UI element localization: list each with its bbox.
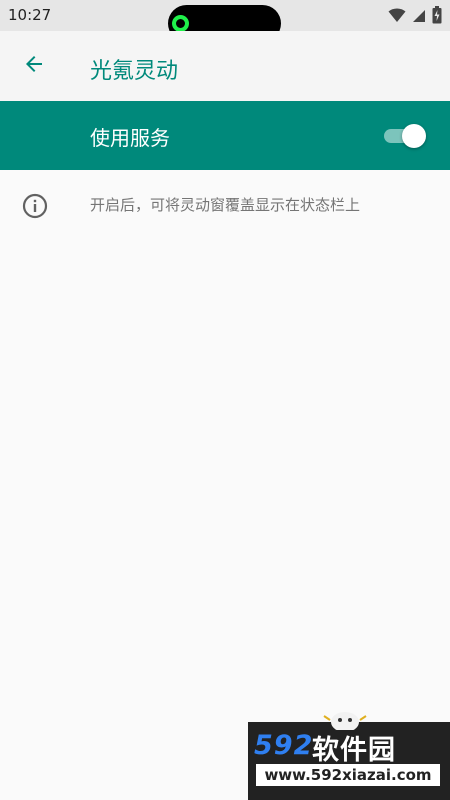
info-row: 开启后，可将灵动窗覆盖显示在状态栏上 xyxy=(0,170,450,240)
cell-signal-icon xyxy=(412,8,426,23)
wifi-icon xyxy=(388,8,406,23)
use-service-toggle[interactable] xyxy=(382,123,428,149)
mascot-icon xyxy=(322,706,368,732)
watermark-logo-number: 592 xyxy=(254,730,314,761)
arrow-left-icon xyxy=(22,52,46,80)
status-icons xyxy=(388,6,442,24)
watermark-logo-text: 软件园 xyxy=(312,735,396,766)
watermark-url: www.592xiazai.com xyxy=(256,764,440,786)
app-bar: 光氪灵动 xyxy=(0,31,450,101)
status-bar: 10:27 xyxy=(0,0,450,42)
info-text: 开启后，可将灵动窗覆盖显示在状态栏上 xyxy=(90,196,361,214)
use-service-row[interactable]: 使用服务 xyxy=(0,101,450,170)
status-time: 10:27 xyxy=(8,6,52,24)
toggle-thumb xyxy=(402,124,426,148)
island-indicator-dot xyxy=(172,15,189,32)
battery-charging-icon xyxy=(432,6,442,24)
use-service-label: 使用服务 xyxy=(90,126,170,150)
info-icon xyxy=(22,193,48,219)
page-title: 光氪灵动 xyxy=(90,59,179,84)
back-button[interactable] xyxy=(18,50,50,82)
